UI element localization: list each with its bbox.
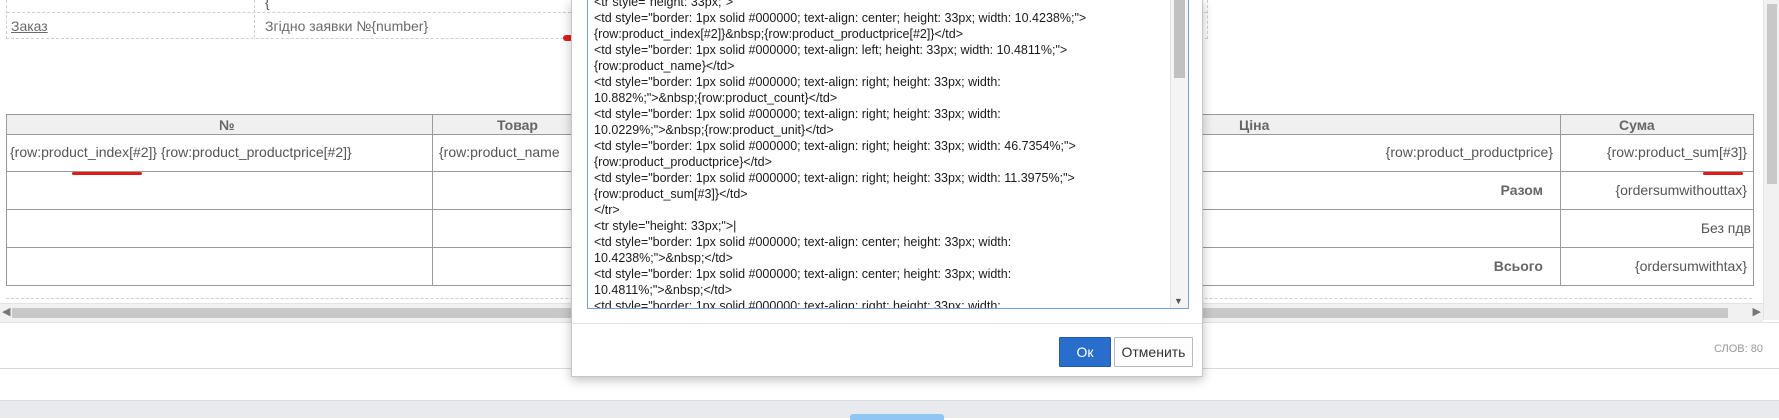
header-number[interactable]: № [219,117,235,133]
dialog-footer-divider [572,323,1202,324]
order-value[interactable]: Згідно заявки №{number} [265,18,428,34]
cancel-button[interactable]: Отменить [1114,337,1193,367]
editor-scroll-thumb[interactable] [1174,0,1185,78]
code-line[interactable]: {row:product_sum[#3]}</td> [594,187,748,201]
cell-product-name[interactable]: {row:product_name [439,144,560,160]
info-row-fragment: { [265,0,270,10]
code-line[interactable]: </tr> [594,203,620,217]
code-line[interactable]: <td style="border: 1px solid #000000; te… [594,171,1075,185]
vertical-scroll-thumb[interactable] [1767,4,1777,184]
header-price[interactable]: Ціна [1239,117,1269,133]
code-line[interactable]: {row:product_productprice}</td> [594,155,772,169]
editor-vertical-scrollbar[interactable]: ▼ [1170,0,1188,308]
code-line[interactable]: 10.4811%;">&nbsp;</td> [594,283,732,297]
code-line[interactable]: <td style="border: 1px solid #000000; te… [594,11,1086,25]
code-line[interactable]: <td style="border: 1px solid #000000; te… [594,75,1001,89]
header-product[interactable]: Товар [497,117,538,133]
code-line[interactable]: <tr style="height: 33px;"> [594,0,733,9]
summary-label-subtotal[interactable]: Разом [1501,182,1543,198]
code-line[interactable]: 10.882%;">&nbsp;{row:product_count}</td> [594,91,837,105]
code-line[interactable]: <td style="border: 1px solid #000000; te… [594,299,1001,308]
column-divider [1560,115,1561,285]
annotation-underline [72,172,142,175]
cell-product-sum[interactable]: {row:product_sum[#3]} [1607,144,1747,160]
vertical-scrollbar[interactable] [1763,0,1779,320]
summary-value-no-vat[interactable]: Без пдв [1701,220,1751,236]
code-line[interactable]: 10.0229%;">&nbsp;{row:product_unit}</td> [594,123,834,137]
summary-value-subtotal[interactable]: {ordersumwithouttax} [1615,182,1747,198]
code-line[interactable]: <td style="border: 1px solid #000000; te… [594,267,1011,281]
cell-product-price[interactable]: {row:product_productprice} [1386,144,1553,160]
source-code-editor[interactable]: <tr style="height: 33px;"> <td style="bo… [587,0,1189,309]
code-line[interactable]: <td style="border: 1px solid #000000; te… [594,139,1076,153]
code-line[interactable]: 10.4238%;">&nbsp;</td> [594,251,733,265]
scroll-down-icon[interactable]: ▼ [1174,296,1183,306]
footer-button-edge[interactable] [850,414,944,420]
order-label[interactable]: Заказ [11,18,48,34]
header-sum[interactable]: Сума [1619,117,1655,133]
code-line[interactable]: {row:product_index[#2]}&nbsp;{row:produc… [594,27,963,41]
info-column-separator [254,0,255,38]
source-code-text[interactable]: <tr style="height: 33px;"> <td style="bo… [594,0,1159,308]
code-line[interactable]: <td style="border: 1px solid #000000; te… [594,235,1011,249]
column-divider [432,115,433,285]
source-code-dialog: <tr style="height: 33px;"> <td style="bo… [571,0,1203,377]
code-line[interactable]: <td style="border: 1px solid #000000; te… [594,107,1001,121]
cell-product-index[interactable]: {row:product_index[#2]} {row:product_pro… [10,144,352,160]
annotation-underline [1703,172,1743,175]
ok-button[interactable]: Ок [1059,337,1111,367]
word-count: СЛОВ: 80 [1713,343,1763,355]
code-line[interactable]: {row:product_name}</td> [594,59,734,73]
code-line[interactable]: <tr style="height: 33px;">| [594,219,736,233]
scroll-right-icon[interactable]: ▶ [1753,305,1761,318]
summary-value-total[interactable]: {ordersumwithtax} [1635,258,1747,274]
code-line[interactable]: <td style="border: 1px solid #000000; te… [594,43,1067,57]
summary-label-total[interactable]: Всього [1494,258,1543,274]
scroll-left-icon[interactable]: ◀ [2,305,10,318]
